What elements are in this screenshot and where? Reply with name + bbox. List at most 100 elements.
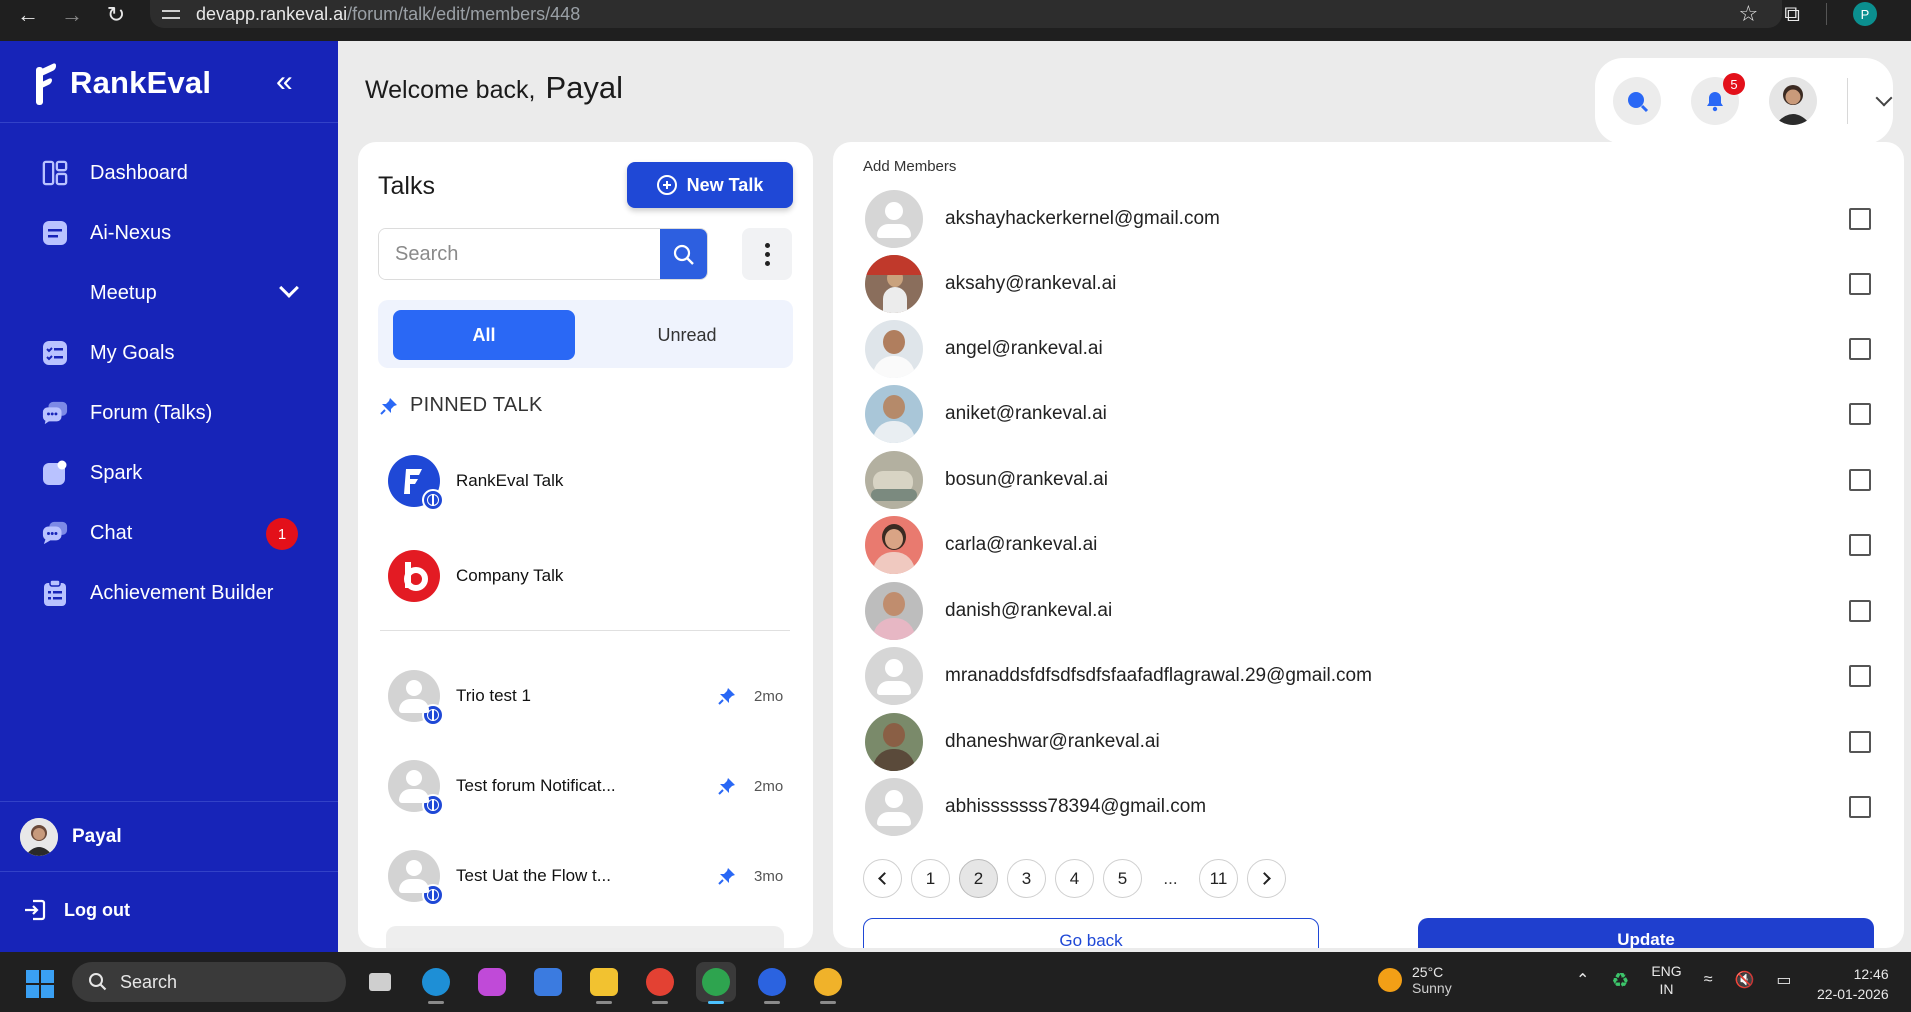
member-row[interactable]: mranaddsfdfsdfsdfsfaafadflagrawal.29@gma…: [865, 647, 1885, 705]
update-button[interactable]: Update: [1418, 918, 1874, 948]
member-checkbox[interactable]: [1849, 273, 1871, 295]
sidebar-item-dashboard[interactable]: Dashboard: [0, 143, 338, 203]
member-checkbox[interactable]: [1849, 338, 1871, 360]
store-icon[interactable]: [528, 962, 568, 1002]
talks-search-button[interactable]: [660, 229, 707, 279]
wifi-icon[interactable]: ≈: [1704, 971, 1713, 989]
copilot-icon[interactable]: [472, 962, 512, 1002]
bell-icon: [1707, 92, 1723, 112]
sidebar-item-my-goals[interactable]: My Goals: [0, 323, 338, 383]
page-button[interactable]: 1: [911, 859, 950, 898]
page-button[interactable]: 5: [1103, 859, 1142, 898]
chevron-down-icon[interactable]: [1875, 89, 1893, 107]
collapse-sidebar-icon[interactable]: «: [276, 65, 293, 99]
back-icon[interactable]: ←: [8, 0, 48, 35]
language-indicator[interactable]: ENG IN: [1651, 962, 1681, 998]
sidebar-user[interactable]: Payal: [20, 818, 122, 856]
pagination: 1 2 3 4 5 ... 11: [863, 859, 1286, 898]
system-clock[interactable]: 12:46 22-01-2026: [1817, 964, 1889, 1004]
member-row[interactable]: akshayhackerkernel@gmail.com: [865, 190, 1885, 248]
battery-icon[interactable]: ▭: [1776, 970, 1791, 990]
sidebar-item-meetup[interactable]: Meetup: [0, 263, 338, 323]
page-button[interactable]: 11: [1199, 859, 1238, 898]
address-bar[interactable]: devapp.rankeval.ai/forum/talk/edit/membe…: [150, 0, 1782, 28]
pin-icon[interactable]: [718, 687, 736, 705]
member-checkbox[interactable]: [1849, 208, 1871, 230]
talk-list-item[interactable]: Test forum Notificat... 2mo: [388, 760, 788, 816]
bookmark-star-icon[interactable]: ☆: [1739, 1, 1759, 27]
welcome-heading: Welcome back, Payal: [365, 70, 623, 105]
next-page-button[interactable]: [1247, 859, 1286, 898]
edge-browser-icon[interactable]: [416, 962, 456, 1004]
member-checkbox[interactable]: [1849, 731, 1871, 753]
taskbar-search[interactable]: Search: [72, 962, 346, 1002]
page-button[interactable]: 3: [1007, 859, 1046, 898]
talks-search-input[interactable]: [379, 229, 660, 279]
pin-icon[interactable]: [718, 777, 736, 795]
extensions-icon[interactable]: ⧉: [1784, 1, 1800, 27]
pinned-talk-item[interactable]: Company Talk: [388, 550, 788, 602]
member-row[interactable]: aksahy@rankeval.ai: [865, 255, 1885, 313]
chrome-icon[interactable]: [640, 962, 680, 1004]
notifications-button[interactable]: 5: [1691, 73, 1745, 125]
brand-logo[interactable]: RankEval: [34, 59, 211, 107]
sidebar-item-spark[interactable]: Spark: [0, 443, 338, 503]
search-icon: [89, 973, 107, 991]
member-row[interactable]: carla@rankeval.ai: [865, 516, 1885, 574]
task-view-icon[interactable]: [360, 962, 400, 1002]
chevron-down-icon[interactable]: [279, 278, 299, 298]
chevron-up-icon[interactable]: ⌃: [1576, 970, 1589, 990]
meetup-icon: [42, 280, 68, 306]
member-row[interactable]: bosun@rankeval.ai: [865, 451, 1885, 509]
logout-button[interactable]: Log out: [24, 899, 130, 921]
member-checkbox[interactable]: [1849, 534, 1871, 556]
app-icon[interactable]: [752, 962, 792, 1004]
page-button-current[interactable]: 2: [959, 859, 998, 898]
talk-list-item[interactable]: Test Uat the Flow t... 3mo: [388, 850, 788, 906]
tab-unread[interactable]: Unread: [596, 310, 778, 360]
logout-icon: [25, 899, 46, 921]
sidebar-item-achievement-builder[interactable]: Achievement Builder: [0, 563, 338, 623]
browser-profile-avatar[interactable]: P: [1853, 2, 1877, 26]
sidebar-item-chat[interactable]: Chat 1: [0, 503, 338, 563]
member-checkbox[interactable]: [1849, 403, 1871, 425]
site-settings-icon[interactable]: [162, 7, 182, 21]
page-button[interactable]: 4: [1055, 859, 1094, 898]
prev-page-button[interactable]: [863, 859, 902, 898]
member-row[interactable]: angel@rankeval.ai: [865, 320, 1885, 378]
more-options-icon[interactable]: [742, 228, 792, 280]
checklist-icon: [42, 340, 68, 366]
volume-muted-icon[interactable]: 🔇: [1734, 970, 1754, 990]
pin-icon[interactable]: [718, 867, 736, 885]
go-back-button[interactable]: Go back: [863, 918, 1319, 948]
member-row[interactable]: danish@rankeval.ai: [865, 582, 1885, 640]
new-talk-button[interactable]: New Talk: [627, 162, 793, 208]
chrome-profile-icon[interactable]: [808, 962, 848, 1004]
chrome-active-icon[interactable]: [696, 962, 736, 1004]
sidebar-item-forum-talks[interactable]: Forum (Talks): [0, 383, 338, 443]
pinned-talk-item[interactable]: RankEval Talk: [388, 455, 788, 511]
spark-icon: [42, 460, 68, 486]
avatar[interactable]: [1769, 77, 1817, 125]
weather-widget[interactable]: 25°C Sunny: [1378, 964, 1452, 996]
windows-start-icon[interactable]: [26, 970, 54, 998]
member-checkbox[interactable]: [1849, 665, 1871, 687]
talk-list-item[interactable]: [386, 926, 784, 948]
member-row[interactable]: abhisssssss78394@gmail.com: [865, 778, 1885, 836]
avatar: [865, 647, 923, 705]
header-search-button[interactable]: [1613, 77, 1661, 125]
talk-list-item[interactable]: Trio test 1 2mo: [388, 670, 788, 726]
browser-toolbar: ← → ↻ devapp.rankeval.ai/forum/talk/edit…: [0, 0, 1911, 41]
tab-all[interactable]: All: [393, 310, 575, 360]
member-checkbox[interactable]: [1849, 600, 1871, 622]
forward-icon[interactable]: →: [52, 0, 92, 35]
file-explorer-icon[interactable]: [584, 962, 624, 1004]
sidebar-item-ai-nexus[interactable]: Ai-Nexus: [0, 203, 338, 263]
member-row[interactable]: aniket@rankeval.ai: [865, 385, 1885, 443]
member-checkbox[interactable]: [1849, 469, 1871, 491]
url-text: devapp.rankeval.ai/forum/talk/edit/membe…: [196, 3, 581, 24]
reload-icon[interactable]: ↻: [96, 0, 136, 35]
member-row[interactable]: dhaneshwar@rankeval.ai: [865, 713, 1885, 771]
recycle-icon[interactable]: ♻: [1611, 968, 1629, 993]
member-checkbox[interactable]: [1849, 796, 1871, 818]
